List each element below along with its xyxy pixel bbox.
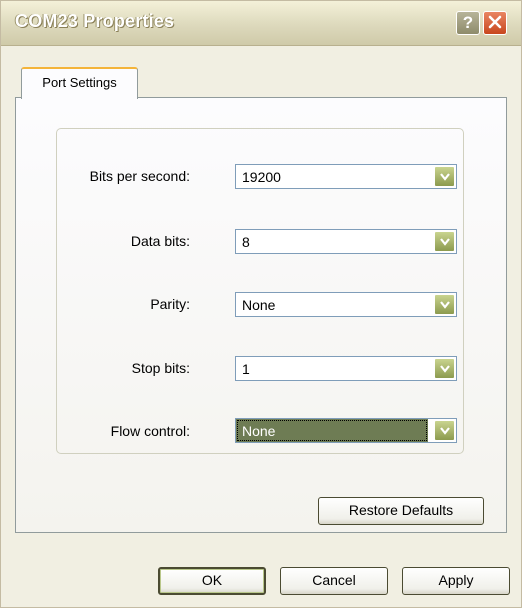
bits-per-second-label: Bits per second: (89, 168, 190, 184)
close-button[interactable] (483, 11, 507, 35)
chevron-down-icon (439, 173, 450, 181)
data-bits-select[interactable]: 8 (235, 229, 457, 254)
parity-value: None (242, 297, 276, 313)
dropdown-button[interactable] (434, 420, 455, 441)
bits-per-second-value: 19200 (242, 169, 281, 185)
properties-dialog: COM23 Properties ? Port Settings Bits pe… (0, 0, 522, 608)
data-bits-value: 8 (242, 234, 250, 250)
cancel-button[interactable]: Cancel (280, 567, 388, 595)
flow-control-select[interactable]: None (235, 418, 457, 443)
tab-port-settings[interactable]: Port Settings (21, 67, 138, 99)
window-title: COM23 Properties (15, 11, 175, 31)
ok-button[interactable]: OK (158, 567, 266, 595)
apply-button[interactable]: Apply (402, 567, 510, 595)
dropdown-button[interactable] (434, 294, 455, 315)
stop-bits-select[interactable]: 1 (235, 356, 457, 381)
ok-label: OK (201, 572, 223, 588)
title-bar[interactable]: COM23 Properties ? (1, 1, 521, 46)
dropdown-button[interactable] (434, 231, 455, 252)
chevron-down-icon (439, 427, 450, 435)
cancel-label: Cancel (312, 572, 356, 588)
apply-label: Apply (438, 572, 474, 588)
stop-bits-value: 1 (242, 361, 250, 377)
port-settings-panel: Bits per second: 19200 Data bits: 8 Pari… (15, 97, 507, 533)
parity-label: Parity: (150, 296, 190, 312)
flow-control-label: Flow control: (110, 423, 190, 439)
chevron-down-icon (439, 365, 450, 373)
bits-per-second-select[interactable]: 19200 (235, 164, 457, 189)
close-icon (488, 15, 502, 29)
restore-defaults-label: Restore Defaults (348, 502, 454, 518)
dropdown-button[interactable] (434, 166, 455, 187)
tab-label: Port Settings (42, 75, 117, 90)
stop-bits-label: Stop bits: (131, 360, 190, 376)
chevron-down-icon (439, 238, 450, 246)
parity-select[interactable]: None (235, 292, 457, 317)
help-icon: ? (462, 13, 474, 32)
dropdown-button[interactable] (434, 358, 455, 379)
restore-defaults-button[interactable]: Restore Defaults (318, 497, 484, 525)
help-button[interactable]: ? (456, 11, 480, 35)
chevron-down-icon (439, 301, 450, 309)
flow-control-value: None (236, 419, 428, 442)
data-bits-label: Data bits: (130, 233, 190, 249)
